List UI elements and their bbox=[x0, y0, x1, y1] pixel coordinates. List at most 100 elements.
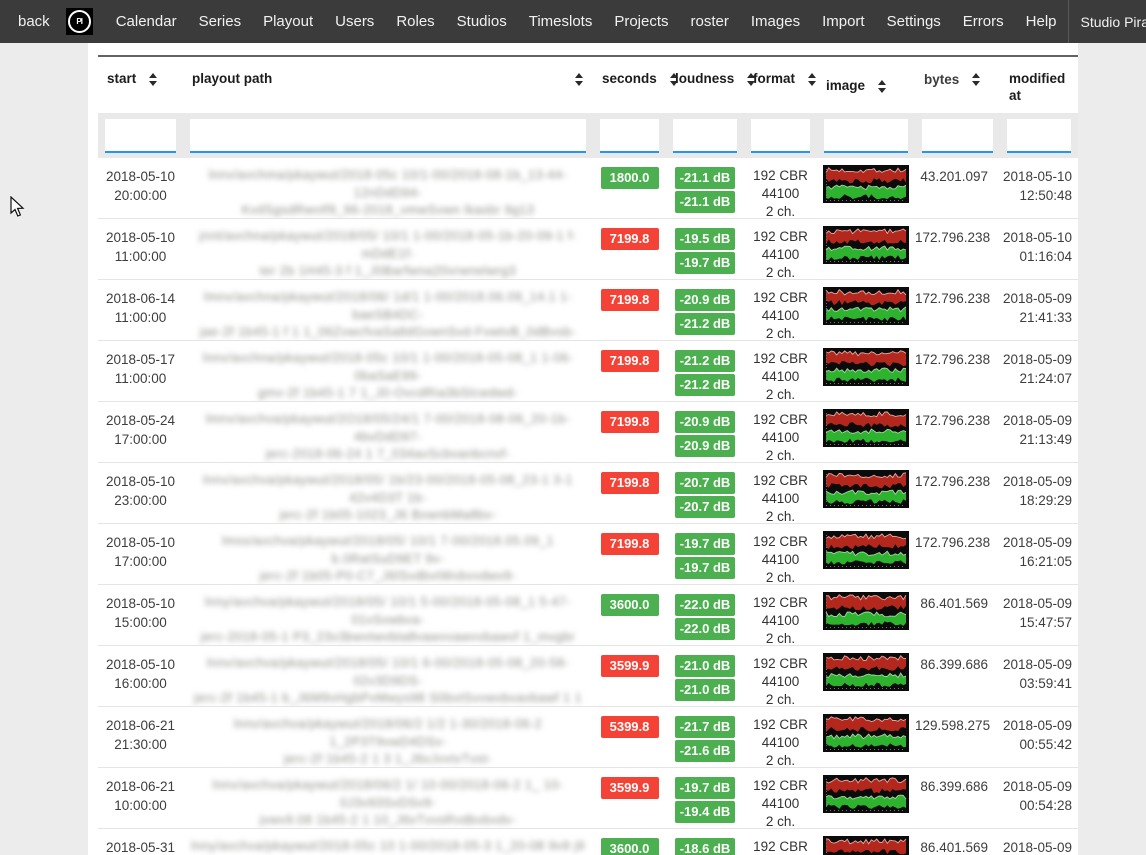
filter-input-modified[interactable] bbox=[1007, 119, 1071, 153]
sort-arrows-icon[interactable] bbox=[972, 73, 980, 86]
redacted-path-text: lnnv/avchva/pkaywut/2018/05/ 10/1 6-00/2… bbox=[189, 655, 587, 690]
table-row[interactable]: 2018-06-2110:00:00lnnv/avchva/pkaywut/20… bbox=[98, 768, 1078, 829]
seconds-badge: 7199.8 bbox=[601, 472, 659, 494]
table-row[interactable]: 2018-05-1016:00:00lnnv/avchva/pkaywut/20… bbox=[98, 646, 1078, 707]
column-header-loudness[interactable]: loudness bbox=[666, 70, 744, 104]
table-row[interactable]: 2018-05-2417:00:00lmnv/avchva/pkaywut/2O… bbox=[98, 402, 1078, 463]
modified-datetime: 2018-05-09 bbox=[1000, 411, 1072, 430]
playout-path-cell: lmnv/avchva/pkaywut/2O18/05/24/1 7-00/20… bbox=[183, 402, 593, 462]
format-line: 44100 bbox=[744, 490, 817, 508]
seconds-badge: 7199.8 bbox=[601, 350, 659, 372]
format-cell: 192 CBR441002 ch. bbox=[744, 646, 817, 706]
nav-item-help[interactable]: Help bbox=[1015, 13, 1068, 30]
nav-item-images[interactable]: Images bbox=[740, 13, 811, 30]
redacted-path-text: lnny/avchva/pkaywut/2018/05/ 10/1 5-00/2… bbox=[189, 594, 587, 629]
sort-arrows-icon[interactable] bbox=[149, 73, 157, 86]
table-row[interactable]: 2018-05-1020:00:00lnnv/avchma/pkaywut/20… bbox=[98, 158, 1078, 219]
nav-item-users[interactable]: Users bbox=[324, 13, 385, 30]
nav-item-projects[interactable]: Projects bbox=[603, 13, 679, 30]
column-header-image[interactable]: image bbox=[817, 70, 915, 104]
waveform-image bbox=[823, 739, 909, 756]
image-cell bbox=[817, 646, 915, 706]
format-cell: 192 CBR441002 ch. bbox=[744, 585, 817, 645]
playout-path-cell: lnnv/avchva/pkaywut/2018/06/2 1/2 1-30/2… bbox=[183, 707, 593, 767]
modified-datetime: 15:47:57 bbox=[1000, 613, 1072, 632]
loudness-badge: -18.6 dB bbox=[675, 838, 735, 855]
nav-item-roster[interactable]: roster bbox=[680, 13, 740, 30]
redacted-path-text: lnnv/avchva/pkaywut/2018/05/ 1b/23-00/20… bbox=[189, 472, 587, 507]
playout-path-cell: lnnv/avchva/pkaywut/2018/06/2 1/ 10-00/2… bbox=[183, 768, 593, 828]
nav-item-errors[interactable]: Errors bbox=[952, 13, 1015, 30]
start-datetime: 2018-06-21 bbox=[98, 777, 183, 796]
redacted-path-text: lnnv/avchva/pkaywut/2018/06/2 1/2 1-30/2… bbox=[189, 716, 587, 751]
nav-item-roles[interactable]: Roles bbox=[385, 13, 445, 30]
loudness-badge: -21.2 dB bbox=[675, 313, 735, 335]
seconds-badge: 3599.9 bbox=[601, 777, 659, 799]
column-header-format[interactable]: format bbox=[744, 70, 817, 104]
format-cell: 192 CBR441002 ch. bbox=[744, 768, 817, 828]
column-header-seconds[interactable]: seconds bbox=[593, 70, 666, 104]
seconds-cell: 3599.9 bbox=[593, 646, 666, 706]
loudness-cell: -20.9 dB-20.9 dB bbox=[666, 402, 744, 462]
format-line: 2 ch. bbox=[744, 203, 817, 218]
nav-item-series[interactable]: Series bbox=[188, 13, 253, 30]
sort-arrows-icon[interactable] bbox=[878, 80, 886, 93]
nav-item-timeslots[interactable]: Timeslots bbox=[518, 13, 604, 30]
filter-input-start[interactable] bbox=[105, 119, 176, 153]
bytes-cell: 172.796.238 bbox=[915, 219, 1000, 279]
table-row[interactable]: 2018-06-1411:00:00lmnv/avchna/pkaywut/20… bbox=[98, 280, 1078, 341]
filter-cell-loudness bbox=[666, 119, 744, 153]
format-line: 2 ch. bbox=[744, 813, 817, 828]
modified-datetime: 2018-05-09 bbox=[1000, 350, 1072, 369]
column-label: seconds bbox=[602, 70, 657, 87]
filter-input-seconds[interactable] bbox=[600, 119, 659, 153]
format-cell: 192 CBR441002 ch. bbox=[744, 280, 817, 340]
sort-arrows-icon[interactable] bbox=[575, 73, 583, 86]
column-header-start[interactable]: start bbox=[98, 70, 183, 104]
image-cell bbox=[817, 219, 915, 279]
modified-datetime: 21:13:49 bbox=[1000, 430, 1072, 449]
table-row[interactable]: 2018-05-1711:00:00lnnv/avchna/pkaywut/20… bbox=[98, 341, 1078, 402]
column-label: playout path bbox=[192, 70, 272, 87]
modified-datetime: 12:50:48 bbox=[1000, 186, 1072, 205]
table-row[interactable]: 2018-05-31lnny/avchva/pkaywut/2018-05c 1… bbox=[98, 829, 1078, 855]
redacted-path-text: jerc-2f 1b45-2 1 3 1_J6vJvvtvTvst- bbox=[189, 751, 587, 767]
start-datetime: 17:00:00 bbox=[98, 430, 183, 449]
seconds-cell: 7199.8 bbox=[593, 402, 666, 462]
nav-item-import[interactable]: Import bbox=[811, 13, 876, 30]
nav-item-playout[interactable]: Playout bbox=[252, 13, 324, 30]
studio-select[interactable]: Studio Piradio bbox=[1068, 0, 1146, 43]
format-line: 192 CBR bbox=[744, 411, 817, 429]
table-row[interactable]: 2018-05-1017:00:00lmss/avchva/pkaywut/20… bbox=[98, 524, 1078, 585]
column-header-modified[interactable]: modified at bbox=[1000, 70, 1078, 104]
image-cell bbox=[817, 402, 915, 462]
back-button[interactable]: back bbox=[0, 13, 61, 30]
filter-input-bytes[interactable] bbox=[922, 119, 993, 153]
nav-item-studios[interactable]: Studios bbox=[446, 13, 518, 30]
sort-arrows-icon[interactable] bbox=[808, 73, 816, 86]
piradio-logo-icon[interactable]: PI bbox=[66, 8, 93, 35]
filter-input-image[interactable] bbox=[824, 119, 908, 153]
redacted-path-text: lnnv/avchva/pkaywut/2018/06/2 1/ 10-00/2… bbox=[189, 777, 587, 812]
start-cell: 2018-05-1711:00:00 bbox=[98, 341, 183, 401]
filter-input-format[interactable] bbox=[751, 119, 810, 153]
seconds-cell: 5399.8 bbox=[593, 707, 666, 767]
filter-input-path[interactable] bbox=[190, 119, 586, 153]
table-row[interactable]: 2018-05-1015:00:00lnny/avchva/pkaywut/20… bbox=[98, 585, 1078, 646]
seconds-cell: 3600.0 bbox=[593, 585, 666, 645]
start-cell: 2018-05-1011:00:00 bbox=[98, 219, 183, 279]
column-header-bytes[interactable]: bytes bbox=[915, 70, 1000, 104]
table-row[interactable]: 2018-06-2121:30:00lnnv/avchva/pkaywut/20… bbox=[98, 707, 1078, 768]
table-row[interactable]: 2018-05-1011:00:00jnnt/avchna/pkaywut/20… bbox=[98, 219, 1078, 280]
column-header-path[interactable]: playout path bbox=[183, 70, 593, 104]
loudness-badge: -19.4 dB bbox=[675, 801, 735, 823]
bytes-cell: 86.401.569 bbox=[915, 585, 1000, 645]
nav-item-settings[interactable]: Settings bbox=[876, 13, 952, 30]
loudness-badge: -19.7 dB bbox=[675, 777, 735, 799]
start-datetime: 2018-05-10 bbox=[98, 472, 183, 491]
table-row[interactable]: 2018-05-1023:00:00lnnv/avchva/pkaywut/20… bbox=[98, 463, 1078, 524]
filter-input-loudness[interactable] bbox=[673, 119, 737, 153]
nav-item-calendar[interactable]: Calendar bbox=[98, 13, 188, 30]
image-cell bbox=[817, 463, 915, 523]
modified-at-cell: 2018-05-0921:24:07 bbox=[1000, 341, 1078, 401]
